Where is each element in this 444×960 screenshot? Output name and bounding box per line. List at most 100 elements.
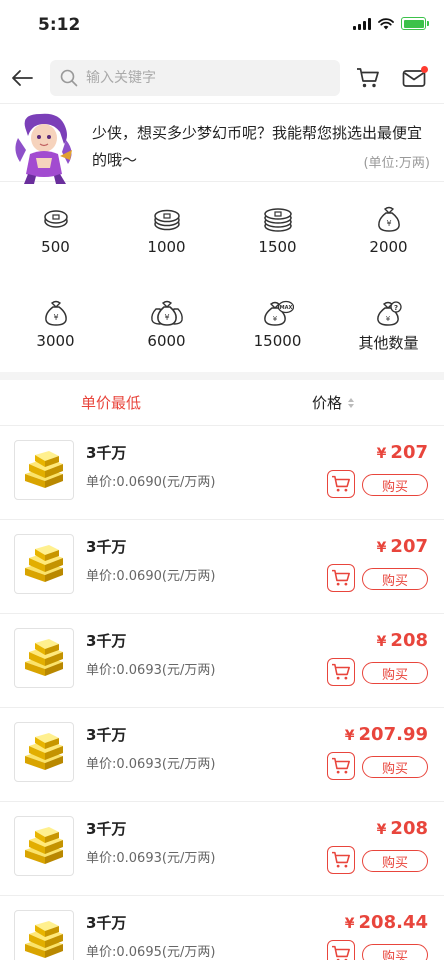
add-to-cart-button[interactable] xyxy=(327,940,355,960)
banner-unit: (单位:万两) xyxy=(363,156,430,171)
status-time: 5:12 xyxy=(38,15,81,35)
cart-button[interactable] xyxy=(354,64,382,92)
listing-price: ¥207.99 xyxy=(345,724,428,745)
listing-row[interactable]: 3千万单价:0.0695(元/万两) ¥208.44 购买 xyxy=(0,896,444,960)
buy-button[interactable]: 购买 xyxy=(362,568,428,590)
cart-icon xyxy=(331,569,351,587)
quick-amount-1500[interactable]: 1500 xyxy=(222,204,333,298)
quick-amount-label: 6000 xyxy=(147,332,186,350)
search-input[interactable] xyxy=(86,69,316,86)
listing-unit-price: 单价:0.0690(元/万两) xyxy=(86,475,216,490)
add-to-cart-button[interactable] xyxy=(327,752,355,780)
listing-unit-price: 单价:0.0693(元/万两) xyxy=(86,663,216,678)
listing-title: 3千万 xyxy=(86,444,127,462)
quick-amount-3000[interactable]: ¥3000 xyxy=(0,298,111,392)
quick-amount-其他数量[interactable]: ¥? 其他数量 xyxy=(333,298,444,392)
currency-symbol: ¥ xyxy=(376,822,387,838)
listing-unit-price: 单价:0.0695(元/万两) xyxy=(86,945,216,960)
message-button[interactable] xyxy=(400,64,428,92)
money-bag-max-icon: ¥ MAX xyxy=(262,298,294,328)
listing-title: 3千万 xyxy=(86,632,127,650)
quick-amount-label: 1500 xyxy=(258,238,297,256)
listing-row[interactable]: 3千万单价:0.0693(元/万两) ¥207.99 购买 xyxy=(0,708,444,802)
coin-stack-3-icon xyxy=(262,204,294,234)
coin-stack-1-icon xyxy=(42,204,70,234)
listing-price-value: 207 xyxy=(390,536,428,557)
buy-button[interactable]: 购买 xyxy=(362,850,428,872)
buy-button[interactable]: 购买 xyxy=(362,944,428,960)
listing-row[interactable]: 3千万单价:0.0693(元/万两) ¥208 购买 xyxy=(0,802,444,896)
listing-unit-price: 单价:0.0690(元/万两) xyxy=(86,569,216,584)
listing-row[interactable]: 3千万单价:0.0690(元/万两) ¥207 购买 xyxy=(0,426,444,520)
top-nav xyxy=(0,52,444,104)
money-bags-icon: ¥ xyxy=(150,298,184,328)
cart-icon xyxy=(331,475,351,493)
wifi-icon xyxy=(378,17,394,29)
listing-price: ¥207 xyxy=(377,536,428,557)
listing-title: 3千万 xyxy=(86,820,127,838)
listing-title: 3千万 xyxy=(86,914,127,932)
money-bag-icon: ¥ xyxy=(376,204,402,234)
money-bag-icon: ¥ xyxy=(43,298,69,328)
quick-amount-6000[interactable]: ¥6000 xyxy=(111,298,222,392)
listing-price: ¥207 xyxy=(377,442,428,463)
search-box[interactable] xyxy=(50,59,340,96)
add-to-cart-button[interactable] xyxy=(327,470,355,498)
quick-amount-label: 15000 xyxy=(253,332,302,350)
quick-amount-label: 其他数量 xyxy=(358,334,419,352)
gold-bars-thumbnail xyxy=(14,910,74,960)
listing-unit-price: 单价:0.0693(元/万两) xyxy=(86,851,216,866)
currency-symbol: ¥ xyxy=(376,634,387,650)
listing-price-value: 208 xyxy=(390,630,428,651)
quick-amount-15000[interactable]: ¥ MAX 15000 xyxy=(222,298,333,392)
currency-symbol: ¥ xyxy=(376,540,387,556)
coin-stack-2-icon xyxy=(152,204,182,234)
gold-bars-thumbnail xyxy=(14,722,74,782)
quick-amount-500[interactable]: 500 xyxy=(0,204,111,298)
listing-price: ¥208.44 xyxy=(345,912,428,933)
listing-row[interactable]: 3千万单价:0.0693(元/万两) ¥208 购买 xyxy=(0,614,444,708)
sort-unit-price-label: 单价最低 xyxy=(80,394,141,412)
svg-text:¥: ¥ xyxy=(272,315,277,323)
listing-price: ¥208 xyxy=(377,630,428,651)
money-bag-question-icon: ¥? xyxy=(375,298,403,328)
buy-button[interactable]: 购买 xyxy=(362,662,428,684)
listing-title: 3千万 xyxy=(86,726,127,744)
buy-button[interactable]: 购买 xyxy=(362,756,428,778)
listing-unit-price: 单价:0.0693(元/万两) xyxy=(86,757,216,772)
sort-unit-price[interactable]: 单价最低 xyxy=(0,392,222,413)
quick-amount-grid: 500 1000 1500 ¥2000 ¥3000 ¥6000 ¥ MAX 15000 ¥? 其他数… xyxy=(0,182,444,372)
listing-row[interactable]: 3千万 单价:0.0690(元/万两) ¥207 购买 xyxy=(0,520,444,614)
buy-button[interactable]: 购买 xyxy=(362,474,428,496)
sort-arrows-icon xyxy=(348,397,354,408)
sort-price[interactable]: 价格 xyxy=(222,392,444,413)
battery-icon xyxy=(401,17,429,30)
gold-bars-thumbnail xyxy=(14,440,74,500)
gold-bars-thumbnail xyxy=(14,534,74,594)
status-icons xyxy=(353,17,429,30)
listing-price: ¥208 xyxy=(377,818,428,839)
cart-icon xyxy=(331,945,351,960)
quick-amount-label: 1000 xyxy=(147,238,186,256)
back-button[interactable] xyxy=(8,64,36,92)
quick-amount-2000[interactable]: ¥2000 xyxy=(333,204,444,298)
add-to-cart-button[interactable] xyxy=(327,658,355,686)
search-icon xyxy=(60,69,78,86)
currency-symbol: ¥ xyxy=(344,916,355,932)
svg-text:¥: ¥ xyxy=(385,315,390,323)
svg-text:?: ? xyxy=(393,304,397,312)
svg-text:¥: ¥ xyxy=(53,313,58,322)
currency-symbol: ¥ xyxy=(376,446,387,462)
listing-price-value: 207.99 xyxy=(358,724,428,745)
svg-text:¥: ¥ xyxy=(164,313,169,322)
cart-icon xyxy=(331,851,351,869)
cart-icon xyxy=(357,67,379,87)
cart-icon xyxy=(331,663,351,681)
unread-dot xyxy=(421,65,428,73)
quick-amount-label: 500 xyxy=(41,238,70,256)
sort-price-label: 价格 xyxy=(311,394,342,412)
quick-amount-1000[interactable]: 1000 xyxy=(111,204,222,298)
add-to-cart-button[interactable] xyxy=(327,564,355,592)
add-to-cart-button[interactable] xyxy=(327,846,355,874)
assistant-avatar xyxy=(15,113,72,184)
